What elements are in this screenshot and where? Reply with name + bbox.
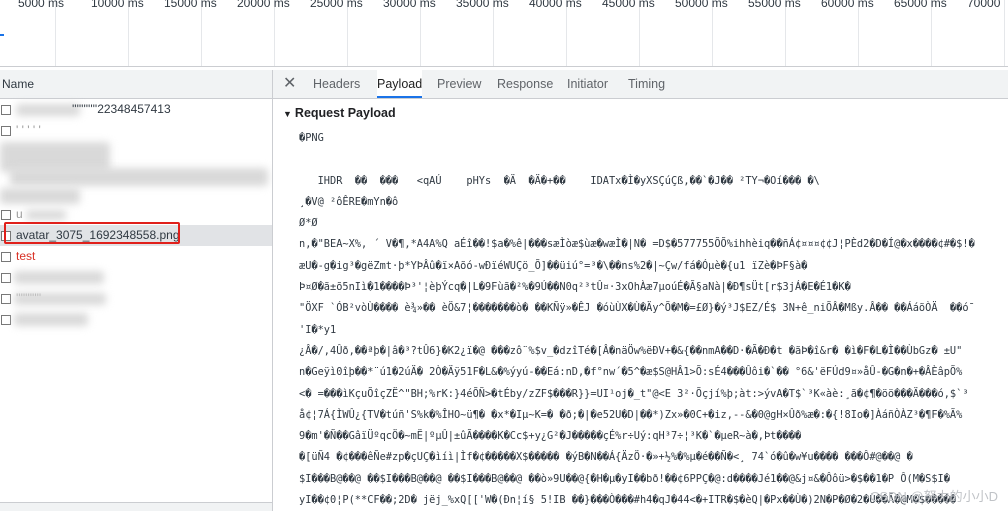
request-row-failed[interactable]: test	[0, 246, 272, 267]
payload-line: ¿Â�/,4Ûð,��ªþ�|â�³?tÛ6}�K2¿ï�@ ���zô¨%$v…	[299, 344, 963, 357]
request-payload-section[interactable]: ▼ Request Payload	[283, 106, 396, 120]
timeline-tick-label: 20000 ms	[237, 0, 290, 10]
payload-line: æU�-g�ig³�gëZmt·þ*YÞÂû�ï×Aõó-wÐïéWUÇö_Õ]…	[299, 259, 808, 272]
tab-payload[interactable]: Payload	[377, 70, 423, 98]
payload-line	[299, 149, 1008, 170]
payload-line: <� =���ìKçuÕîçZË^"BH;%rK:}4éÕÑ>�tÉby/zZF…	[299, 387, 969, 400]
watermark: CSDN @努力的小小D	[869, 489, 998, 504]
payload-line: n�Geÿì0îþ��*¨ú1�2úÄ� 2Ò�Äÿ51F�L&�%ýyú-��…	[299, 366, 963, 379]
payload-line: å¢¦7Á{ÌWÛ¿{TV�túñ'S%k�%ÎHO~ü¶� �x*�Iµ~K=…	[299, 408, 963, 421]
request-name: test	[16, 249, 36, 263]
row-checkbox[interactable]	[1, 105, 11, 115]
request-row[interactable]: '''''''''''22348457413	[0, 99, 272, 120]
request-name: '''''''''''22348457413	[72, 102, 171, 116]
timeline-tick-label: 50000 ms	[675, 0, 728, 10]
details-tabbar: ✕ Headers Payload Preview Response Initi…	[273, 70, 1008, 99]
tab-initiator[interactable]: Initiator	[567, 70, 608, 98]
payload-line: "ÖXF `ÓB²vòÙ���� è¾»�� èÖ&7¦�������ò� ��…	[299, 302, 975, 315]
redacted-name	[26, 210, 66, 220]
tab-response[interactable]: Response	[497, 70, 553, 98]
expand-triangle-icon[interactable]: ▼	[283, 109, 292, 119]
close-icon[interactable]: ✕	[283, 73, 296, 93]
payload-line: 9�m'�Ñ��GâïÜºqcÖ�~mË|ºµÛ|±ûÃ����K�Cc$+y¿…	[299, 430, 802, 443]
row-checkbox[interactable]	[1, 273, 11, 283]
payload-line: Þ¤Ø�ã±õ5nIì�1����Þ³'¦èþÝcq�|L�9Fùã�²%�9Ú…	[299, 281, 851, 294]
request-list-panel: Name '''''''''''22348457413 ' ' ' ' ' u …	[0, 70, 273, 511]
timeline-marker	[0, 34, 4, 36]
redacted-block	[0, 188, 80, 204]
request-details-panel: ✕ Headers Payload Preview Response Initi…	[273, 70, 1008, 511]
request-row[interactable]: '''''''''''	[0, 288, 272, 309]
timeline-tick-label: 5000 ms	[18, 0, 65, 10]
row-checkbox[interactable]	[1, 252, 11, 262]
payload-line: 'I�*y1	[299, 323, 337, 336]
payload-line: n,�"BEA~X%, ´ V�¶,*A4A%Q aÉî��!$a�%ê|���…	[299, 238, 975, 251]
payload-line: ¸�V@ ²ôÊRE�mYn�ô	[299, 195, 399, 208]
redacted-name	[14, 313, 88, 326]
redacted-name	[16, 104, 80, 116]
timeline-tick-label: 25000 ms	[310, 0, 363, 10]
request-name: '''''''''''	[16, 291, 42, 305]
tab-preview[interactable]: Preview	[437, 70, 481, 98]
row-checkbox[interactable]	[1, 315, 11, 325]
tab-headers[interactable]: Headers	[313, 70, 360, 98]
row-checkbox[interactable]	[1, 294, 11, 304]
section-title: Request Payload	[294, 106, 396, 120]
redacted-block	[10, 168, 268, 186]
name-column-header[interactable]: Name	[0, 70, 272, 99]
timeline-tick-label: 70000	[967, 0, 1001, 10]
request-row[interactable]: ' ' ' ' '	[0, 120, 272, 141]
payload-line: Ø*Ø	[299, 217, 318, 230]
timeline-tick-label: 60000 ms	[821, 0, 874, 10]
selection-highlight-box	[4, 222, 180, 244]
redacted-name	[14, 271, 104, 284]
status-bar	[0, 502, 272, 511]
payload-line: �[üÑ4 �¢���êÑe#zp�çUÇ�ìíì|Ìf�¢�����X$���…	[299, 451, 913, 464]
timeline-tick-label: 65000 ms	[894, 0, 947, 10]
payload-line: �PNG	[299, 132, 324, 144]
request-name: ' ' ' ' '	[16, 123, 41, 137]
payload-body: �PNG IHDR �� ��� <qAÚ pHYs �Ä �Ä�+�� IDA…	[299, 128, 1008, 511]
timeline-tick-label: 55000 ms	[748, 0, 801, 10]
timeline-tick-label: 35000 ms	[456, 0, 509, 10]
timeline-tick-label: 40000 ms	[529, 0, 582, 10]
row-checkbox[interactable]	[1, 126, 11, 136]
timeline-gridline	[1004, 0, 1005, 66]
timeline-tick-label: 10000 ms	[91, 0, 144, 10]
request-row[interactable]	[0, 309, 272, 330]
payload-line: IHDR �� ��� <qAÚ pHYs �Ä �Ä�+�� IDATx�Ì�…	[299, 174, 820, 187]
request-row[interactable]	[0, 267, 272, 288]
timeline-tick-label: 30000 ms	[383, 0, 436, 10]
timeline-tick-label: 45000 ms	[602, 0, 655, 10]
row-checkbox[interactable]	[1, 210, 11, 220]
network-timeline[interactable]: 5000 ms 10000 ms 15000 ms 20000 ms 25000 ms 3…	[0, 0, 1008, 67]
tab-timing[interactable]: Timing	[628, 70, 665, 98]
timeline-tick-label: 15000 ms	[164, 0, 217, 10]
